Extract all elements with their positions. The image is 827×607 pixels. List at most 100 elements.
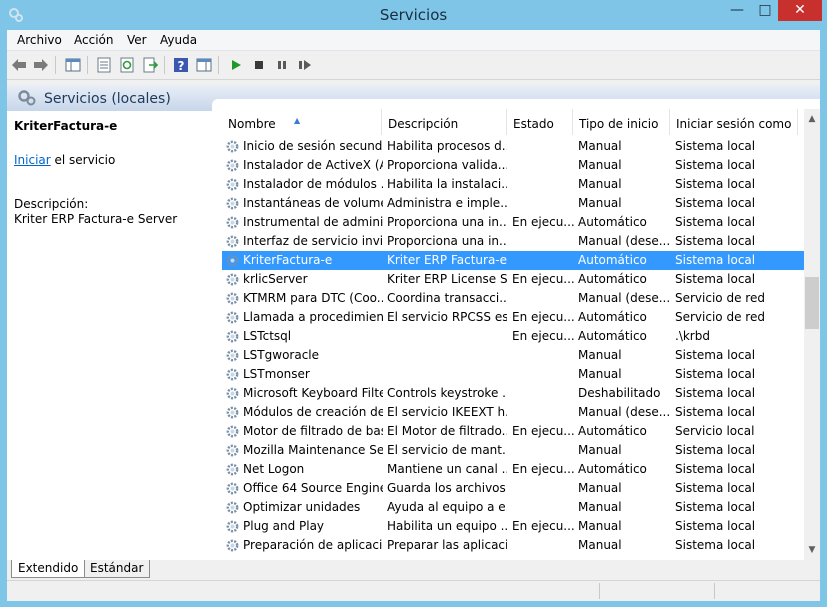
service-row[interactable]: KriterFactura-e Kriter ERP Factura-e... Au… bbox=[222, 251, 804, 270]
service-logon-as: Sistema local bbox=[675, 234, 756, 248]
service-row[interactable]: Interfaz de servicio invit... Proporciona… bbox=[222, 232, 804, 251]
menu-accion[interactable]: Acción bbox=[74, 33, 113, 47]
back-arrow-icon[interactable] bbox=[10, 56, 28, 74]
service-name: LSTmonser bbox=[243, 367, 310, 381]
header-title: Servicios (locales) bbox=[44, 91, 171, 107]
service-description: Proporciona una in... bbox=[387, 215, 507, 229]
service-row[interactable]: LSTmonser Manual Sistema local bbox=[222, 365, 804, 384]
col-header-descripcion[interactable]: Descripción bbox=[382, 109, 507, 135]
vertical-scrollbar[interactable]: ▲ ▼ bbox=[804, 109, 820, 560]
menu-archivo[interactable]: Archivo bbox=[17, 33, 62, 47]
minimize-button[interactable]: — bbox=[722, 0, 752, 21]
service-row[interactable]: Llamada a procedimien... El servicio RPCS… bbox=[222, 308, 804, 327]
service-startup-type: Manual bbox=[578, 367, 622, 381]
service-row[interactable]: krlicServer Kriter ERP License S... En eje… bbox=[222, 270, 804, 289]
show-pane-icon[interactable] bbox=[195, 56, 213, 74]
service-logon-as: Sistema local bbox=[675, 253, 756, 267]
service-description: Guarda los archivos... bbox=[387, 481, 507, 495]
service-logon-as: Sistema local bbox=[675, 443, 756, 457]
service-startup-type: Manual (dese... bbox=[578, 291, 671, 305]
service-row[interactable]: KTMRM para DTC (Coo... Coordina transacci… bbox=[222, 289, 804, 308]
menu-ver[interactable]: Ver bbox=[127, 33, 147, 47]
start-service-suffix: el servicio bbox=[50, 153, 116, 167]
service-row[interactable]: Optimizar unidades Ayuda al equipo a e...… bbox=[222, 498, 804, 517]
maximize-button[interactable]: □ bbox=[752, 0, 778, 21]
close-button[interactable]: ✕ bbox=[778, 0, 822, 21]
service-name: LSTctsql bbox=[243, 329, 292, 343]
service-name: KTMRM para DTC (Coo... bbox=[243, 291, 383, 305]
forward-arrow-icon[interactable] bbox=[32, 56, 50, 74]
service-row[interactable]: LSTctsql En ejecu... Automático .\krbd bbox=[222, 327, 804, 346]
service-row[interactable]: Motor de filtrado de base El Motor de fil… bbox=[222, 422, 804, 441]
service-row[interactable]: Inicio de sesión secund... Habilita proce… bbox=[222, 137, 804, 156]
col-header-tipo-inicio[interactable]: Tipo de inicio bbox=[573, 109, 670, 135]
service-description: Ayuda al equipo a e... bbox=[387, 500, 507, 514]
refresh-icon[interactable] bbox=[118, 56, 136, 74]
service-description: Proporciona valida... bbox=[387, 158, 507, 172]
service-startup-type: Automático bbox=[578, 462, 647, 476]
pause-icon[interactable] bbox=[273, 56, 291, 74]
service-logon-as: Sistema local bbox=[675, 348, 756, 362]
col-header-iniciar-sesion[interactable]: Iniciar sesión como bbox=[670, 109, 798, 135]
service-description: Habilita un equipo ... bbox=[387, 519, 507, 533]
service-row[interactable]: Instalador de módulos ... Habilita la ins… bbox=[222, 175, 804, 194]
service-logon-as: Servicio local bbox=[675, 424, 755, 438]
service-name: Instalador de ActiveX (A... bbox=[243, 158, 383, 172]
service-startup-type: Automático bbox=[578, 253, 647, 267]
service-name: LSTgworacle bbox=[243, 348, 320, 362]
scrollbar-thumb[interactable] bbox=[805, 277, 819, 329]
service-row[interactable]: Instantáneas de volumen Administra e impl… bbox=[222, 194, 804, 213]
scroll-up-icon[interactable]: ▲ bbox=[804, 111, 820, 127]
play-icon[interactable] bbox=[227, 56, 245, 74]
service-startup-type: Manual bbox=[578, 196, 622, 210]
service-rows: Inicio de sesión secund... Habilita proce… bbox=[222, 137, 804, 555]
restart-icon[interactable] bbox=[296, 56, 314, 74]
service-logon-as: Sistema local bbox=[675, 405, 756, 419]
service-startup-type: Automático bbox=[578, 310, 647, 324]
view-tabs: Extendido Estándar bbox=[7, 560, 820, 580]
tab-estandar[interactable]: Estándar bbox=[84, 560, 151, 578]
service-name: Mozilla Maintenance Se... bbox=[243, 443, 383, 457]
col-header-nombre[interactable]: ▲ Nombre bbox=[222, 109, 382, 135]
service-row[interactable]: Office 64 Source Engine Guarda los archiv… bbox=[222, 479, 804, 498]
service-row[interactable]: Plug and Play Habilita un equipo ... En ej… bbox=[222, 517, 804, 536]
console-tree-icon[interactable] bbox=[64, 56, 82, 74]
service-name: Preparación de aplicaci... bbox=[243, 538, 383, 552]
service-startup-type: Manual bbox=[578, 348, 622, 362]
help-icon[interactable]: ? bbox=[172, 56, 190, 74]
service-name: Plug and Play bbox=[243, 519, 325, 533]
service-logon-as: Sistema local bbox=[675, 481, 756, 495]
service-row[interactable]: Instrumental de admini... Proporciona una… bbox=[222, 213, 804, 232]
properties-icon[interactable] bbox=[95, 56, 113, 74]
services-list: ▲ Nombre Descripción Estado Tipo de inic… bbox=[222, 109, 804, 560]
service-state: En ejecu... bbox=[512, 462, 574, 476]
service-description: Controls keystroke ... bbox=[387, 386, 507, 400]
service-state: En ejecu... bbox=[512, 310, 574, 324]
service-logon-as: Sistema local bbox=[675, 158, 756, 172]
stop-icon[interactable] bbox=[250, 56, 268, 74]
service-row[interactable]: Preparación de aplicaci... Preparar las a… bbox=[222, 536, 804, 555]
service-state: En ejecu... bbox=[512, 272, 574, 286]
export-list-icon[interactable] bbox=[141, 56, 159, 74]
service-row[interactable]: Microsoft Keyboard Filter Controls keystr… bbox=[222, 384, 804, 403]
service-row[interactable]: Instalador de ActiveX (A... Proporciona v… bbox=[222, 156, 804, 175]
services-gear-icon bbox=[18, 90, 36, 106]
service-startup-type: Manual bbox=[578, 443, 622, 457]
service-logon-as: .\krbd bbox=[675, 329, 710, 343]
start-service-link[interactable]: Iniciar bbox=[14, 153, 51, 167]
tab-extendido[interactable]: Extendido bbox=[11, 560, 86, 578]
service-logon-as: Sistema local bbox=[675, 500, 756, 514]
col-header-estado[interactable]: Estado bbox=[507, 109, 573, 135]
service-logon-as: Sistema local bbox=[675, 462, 756, 476]
service-startup-type: Automático bbox=[578, 272, 647, 286]
service-row[interactable]: Net Logon Mantiene un canal ... En ejecu..… bbox=[222, 460, 804, 479]
service-row[interactable]: Módulos de creación de... El servicio IKE… bbox=[222, 403, 804, 422]
service-row[interactable]: LSTgworacle Manual Sistema local bbox=[222, 346, 804, 365]
service-row[interactable]: Mozilla Maintenance Se... El servicio de … bbox=[222, 441, 804, 460]
service-startup-type: Manual bbox=[578, 177, 622, 191]
service-startup-type: Manual bbox=[578, 139, 622, 153]
service-description: Habilita procesos d... bbox=[387, 139, 507, 153]
description-value: Kriter ERP Factura-e Server bbox=[14, 212, 178, 226]
menu-ayuda[interactable]: Ayuda bbox=[160, 33, 197, 47]
scroll-down-icon[interactable]: ▼ bbox=[804, 542, 820, 558]
